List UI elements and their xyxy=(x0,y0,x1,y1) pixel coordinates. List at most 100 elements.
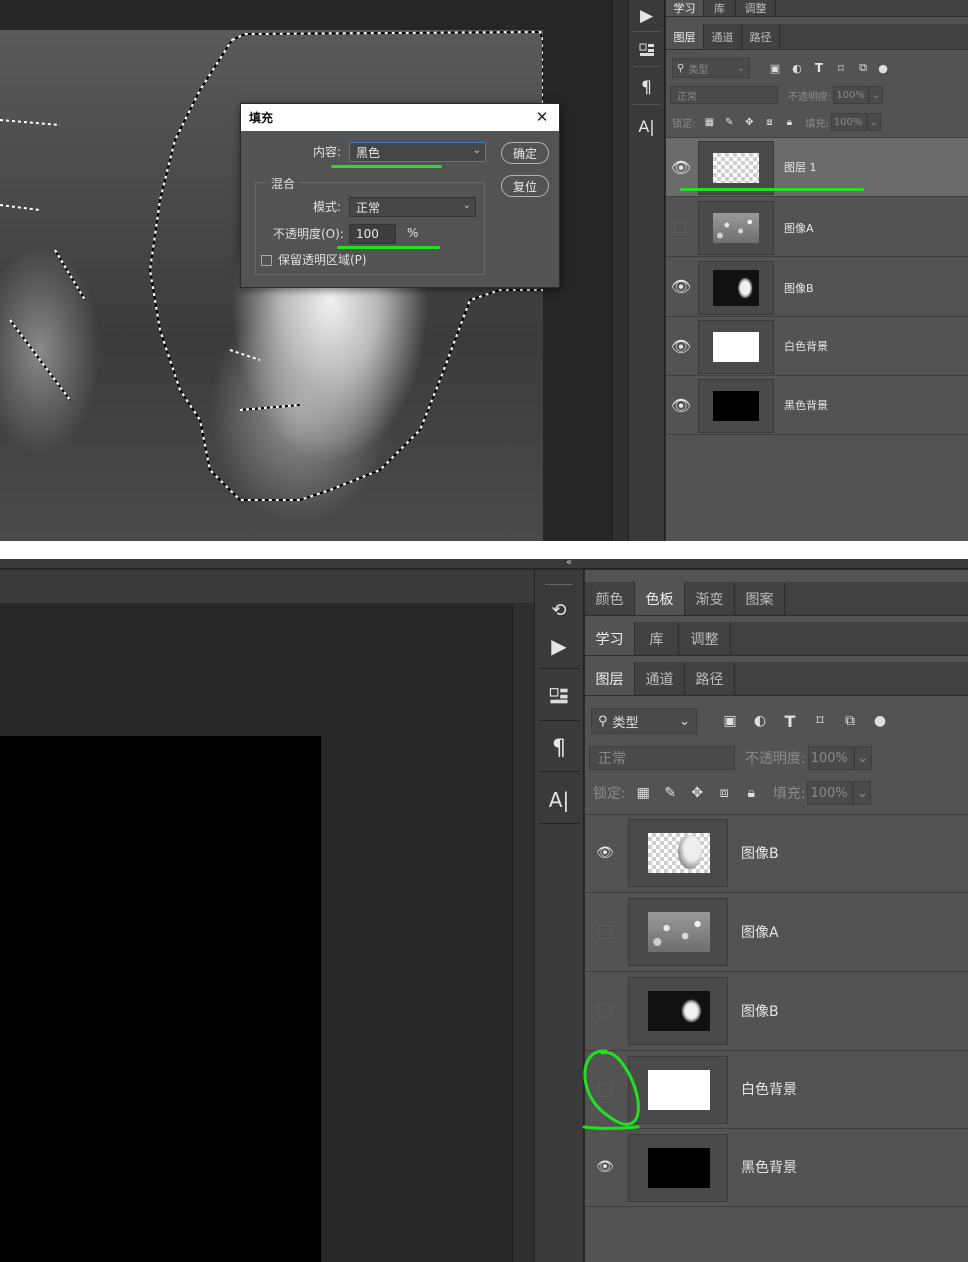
lock-artboard-icon[interactable]: ⧈ xyxy=(711,785,738,801)
close-icon[interactable]: ✕ xyxy=(533,108,551,126)
3d-cube-icon[interactable] xyxy=(541,680,577,712)
adjustment-filter-icon[interactable]: ◐ xyxy=(745,713,775,729)
tab-gradients[interactable]: 渐变 xyxy=(685,582,735,615)
lock-pixels-icon[interactable]: ✎ xyxy=(719,117,739,128)
panel-tabs-learn: 学习 库 调整 xyxy=(666,0,968,17)
fill-input[interactable]: 100% xyxy=(807,781,854,805)
fill-label: 填充: xyxy=(772,786,806,802)
collapse-icon[interactable]: « xyxy=(566,559,572,568)
vertical-scrollbar[interactable] xyxy=(512,604,534,1262)
tab-channels[interactable]: 通道 xyxy=(704,24,742,49)
ok-button[interactable]: 确定 xyxy=(501,142,549,164)
lock-all-icon[interactable]: 🔒︎ xyxy=(779,117,799,128)
tab-learn[interactable]: 学习 xyxy=(666,0,704,16)
eye-icon[interactable]: 👁︎ xyxy=(671,277,691,296)
portrait-thumbnail xyxy=(648,991,710,1031)
character-icon[interactable]: A| xyxy=(541,784,577,816)
fill-dropdown[interactable]: ⌄ xyxy=(866,113,881,131)
play-icon[interactable]: ▶ xyxy=(629,0,664,32)
opacity-input[interactable]: 100 xyxy=(349,224,396,244)
mode-select[interactable]: 正常 ⌄ xyxy=(349,197,476,217)
tab-layers[interactable]: 图层 xyxy=(666,24,704,49)
type-filter-icon[interactable]: T xyxy=(808,61,830,75)
tab-adjustments[interactable]: 调整 xyxy=(679,622,731,655)
visibility-toggle[interactable] xyxy=(674,221,686,233)
fill-input[interactable]: 100% xyxy=(830,113,867,131)
tab-adjustments[interactable]: 调整 xyxy=(736,0,776,16)
chevron-down-icon: ⌄ xyxy=(736,62,745,74)
lock-position-icon[interactable]: ✥ xyxy=(739,117,759,128)
adjustment-filter-icon[interactable]: ◐ xyxy=(786,62,808,75)
smart-object-filter-icon[interactable]: ⧉ xyxy=(852,61,874,75)
eye-icon[interactable]: 👁︎ xyxy=(595,843,615,863)
shape-filter-icon[interactable]: ⌑ xyxy=(805,713,835,729)
preserve-transparency-label: 保留透明区域(P) xyxy=(278,253,367,267)
character-icon[interactable]: A| xyxy=(629,110,664,142)
lock-position-icon[interactable]: ✥ xyxy=(684,785,711,801)
type-filter-icon[interactable]: T xyxy=(775,712,805,731)
opacity-dropdown[interactable]: ⌄ xyxy=(853,746,872,770)
tab-swatches[interactable]: 色板 xyxy=(635,582,685,615)
visibility-toggle[interactable] xyxy=(598,925,612,939)
tab-libraries[interactable]: 库 xyxy=(704,0,736,16)
opacity-input[interactable]: 100% xyxy=(833,86,870,104)
paragraph-icon[interactable]: ¶ xyxy=(541,732,577,764)
image-filter-icon[interactable]: ▣ xyxy=(715,713,745,729)
eye-icon[interactable]: 👁︎ xyxy=(595,1157,615,1177)
green-annotation-underline xyxy=(331,165,442,168)
tab-channels[interactable]: 通道 xyxy=(635,662,685,695)
document-canvas[interactable] xyxy=(0,604,512,1262)
eye-icon[interactable]: 👁︎ xyxy=(671,337,691,356)
eye-icon[interactable]: 👁︎ xyxy=(671,158,691,177)
layer-name: 图像B xyxy=(741,1004,779,1020)
layer-row[interactable]: 👁︎ 黑色背景 xyxy=(585,1129,968,1207)
visibility-toggle[interactable] xyxy=(598,1004,612,1018)
lock-transparency-icon[interactable]: ▦ xyxy=(699,117,719,128)
layer-row[interactable]: 图像A xyxy=(585,893,968,972)
lock-pixels-icon[interactable]: ✎ xyxy=(657,785,684,801)
tab-layers[interactable]: 图层 xyxy=(585,662,635,695)
green-circle-annotation xyxy=(582,1049,640,1130)
lock-artboard-icon[interactable]: ⧈ xyxy=(759,117,779,128)
tab-paths[interactable]: 路径 xyxy=(742,24,780,49)
play-icon[interactable]: ▶ xyxy=(541,630,577,662)
tab-learn[interactable]: 学习 xyxy=(585,622,635,655)
reset-button[interactable]: 复位 xyxy=(501,175,549,197)
3d-cube-icon[interactable] xyxy=(629,34,664,66)
filter-toggle-icon[interactable]: ● xyxy=(874,62,892,75)
tab-paths[interactable]: 路径 xyxy=(685,662,735,695)
layer-row[interactable]: 👁︎ 黑色背景 xyxy=(666,376,968,435)
vertical-scrollbar[interactable] xyxy=(612,0,628,541)
filter-kind-label: 类型 xyxy=(612,715,639,731)
shape-filter-icon[interactable]: ⌑ xyxy=(830,62,852,75)
blend-mode-select[interactable]: 正常 xyxy=(670,86,778,104)
eye-icon[interactable]: 👁︎ xyxy=(671,396,691,415)
content-select[interactable]: 黑色 ⌄ xyxy=(349,142,486,162)
tab-color[interactable]: 颜色 xyxy=(585,582,635,615)
paragraph-icon[interactable]: ¶ xyxy=(629,72,664,104)
filter-toggle-icon[interactable]: ● xyxy=(865,713,895,729)
opacity-input[interactable]: 100% xyxy=(807,746,854,770)
dialog-titlebar: 填充 ✕ xyxy=(241,104,559,131)
filter-kind-select[interactable]: ⚲ 类型 ⌄ xyxy=(591,708,697,734)
opacity-dropdown[interactable]: ⌄ xyxy=(869,86,884,104)
smart-object-filter-icon[interactable]: ⧉ xyxy=(835,713,865,729)
blend-mode-select[interactable]: 正常 xyxy=(589,746,735,770)
layer-row[interactable]: 图像A xyxy=(666,197,968,257)
layer-row[interactable]: 👁︎ 白色背景 xyxy=(666,317,968,376)
lock-transparency-icon[interactable]: ▦ xyxy=(630,785,657,801)
filter-kind-select[interactable]: ⚲ 类型 ⌄ xyxy=(672,58,750,78)
opacity-label: 不透明度: xyxy=(745,751,806,767)
panel-tabs-layers: 图层 通道 路径 xyxy=(666,24,968,50)
lock-all-icon[interactable]: 🔒︎ xyxy=(738,785,765,801)
tab-libraries[interactable]: 库 xyxy=(635,622,679,655)
history-icon[interactable]: ⟲ xyxy=(541,594,577,626)
layer-row[interactable]: 👁︎ 图像B xyxy=(666,257,968,317)
tab-patterns[interactable]: 图案 xyxy=(735,582,785,615)
fill-dropdown[interactable]: ⌄ xyxy=(853,781,872,805)
preserve-transparency-checkbox[interactable] xyxy=(261,255,272,266)
black-thumbnail xyxy=(713,391,759,421)
image-filter-icon[interactable]: ▣ xyxy=(764,62,786,75)
layer-row[interactable]: 👁︎ 图像B xyxy=(585,815,968,893)
layer-row[interactable]: 图像B xyxy=(585,972,968,1051)
